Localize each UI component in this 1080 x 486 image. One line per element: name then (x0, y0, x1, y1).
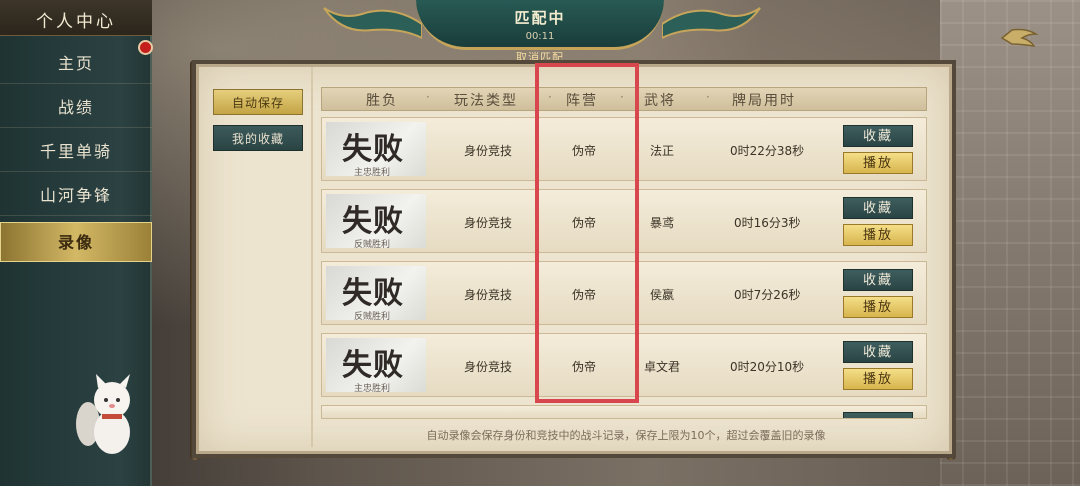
row-general: 卓文君 (644, 360, 681, 374)
row-general: 侯嬴 (650, 288, 675, 302)
tab-favorites[interactable]: 我的收藏 (213, 125, 303, 151)
fox-mascot-icon (76, 374, 130, 454)
sidebar-item-qianli[interactable]: 千里单骑 (0, 132, 152, 172)
row-result: 失败 (342, 204, 404, 239)
sidebar-item-replay[interactable]: 录像 (0, 222, 152, 262)
matching-timer: 00:11 (525, 31, 555, 42)
favorite-button[interactable]: 收藏 (843, 125, 913, 147)
favorite-button[interactable]: 收藏 (843, 341, 913, 363)
row-result: 失败 (342, 276, 404, 311)
autosave-note: 自动录像会保存身份和竞技中的战斗记录，保存上限为10个，超过会覆盖旧的录像 (426, 429, 826, 442)
play-button[interactable]: 播放 (843, 296, 913, 318)
tab-autosave[interactable]: 自动保存 (213, 89, 303, 115)
row-result: 失败 (342, 132, 404, 167)
header-general: 武将 (644, 93, 676, 109)
notification-dot-icon (138, 40, 153, 55)
row-general: 暴鸢 (650, 216, 675, 230)
play-button[interactable]: 播放 (843, 224, 913, 246)
sidebar-item-shanhe[interactable]: 山河争锋 (0, 176, 152, 216)
row-winner: 主忠胜利 (354, 168, 391, 178)
row-duration: 0时7分26秒 (734, 288, 801, 302)
banner-wing-right-icon (662, 7, 761, 40)
row-winner: 主忠胜利 (354, 384, 391, 394)
table-row-partial (321, 405, 927, 419)
row-duration: 0时22分38秒 (730, 144, 805, 158)
tab-divider (311, 67, 313, 447)
header-mode: 玩法类型 (454, 93, 518, 109)
play-button[interactable]: 播放 (843, 152, 913, 174)
sidebar-title: 个人中心 (0, 0, 152, 36)
row-winner: 反贼胜利 (354, 312, 391, 322)
row-mode: 身份竞技 (464, 216, 513, 230)
header-separator: · (706, 90, 712, 104)
header-separator: · (426, 90, 432, 104)
sidebar-item-record[interactable]: 战绩 (0, 88, 152, 128)
camp-column-highlight (535, 63, 639, 403)
favorite-button[interactable]: 收藏 (843, 269, 913, 291)
row-mode: 身份竞技 (464, 360, 513, 374)
row-mode: 身份竞技 (464, 144, 513, 158)
header-result: 胜负 (366, 93, 398, 109)
background-window (940, 0, 1080, 486)
matching-title: 匹配中 (514, 9, 566, 27)
favorite-button-partial[interactable] (843, 412, 913, 418)
row-winner: 反贼胜利 (354, 240, 391, 250)
row-result: 失败 (342, 348, 404, 383)
row-duration: 0时16分3秒 (734, 216, 801, 230)
row-general: 法正 (650, 144, 675, 158)
favorite-button[interactable]: 收藏 (843, 197, 913, 219)
back-icon[interactable] (998, 26, 1040, 50)
sidebar-item-home[interactable]: 主页 (0, 44, 152, 84)
banner-wing-left-icon (323, 7, 422, 40)
matching-banner: 匹配中 00:11 (416, 0, 664, 50)
row-duration: 0时20分10秒 (730, 360, 805, 374)
header-duration: 牌局用时 (732, 93, 796, 109)
row-mode: 身份竞技 (464, 288, 513, 302)
sidebar: 个人中心 主页 战绩 千里单骑 山河争锋 录像 (0, 0, 153, 486)
play-button[interactable]: 播放 (843, 368, 913, 390)
